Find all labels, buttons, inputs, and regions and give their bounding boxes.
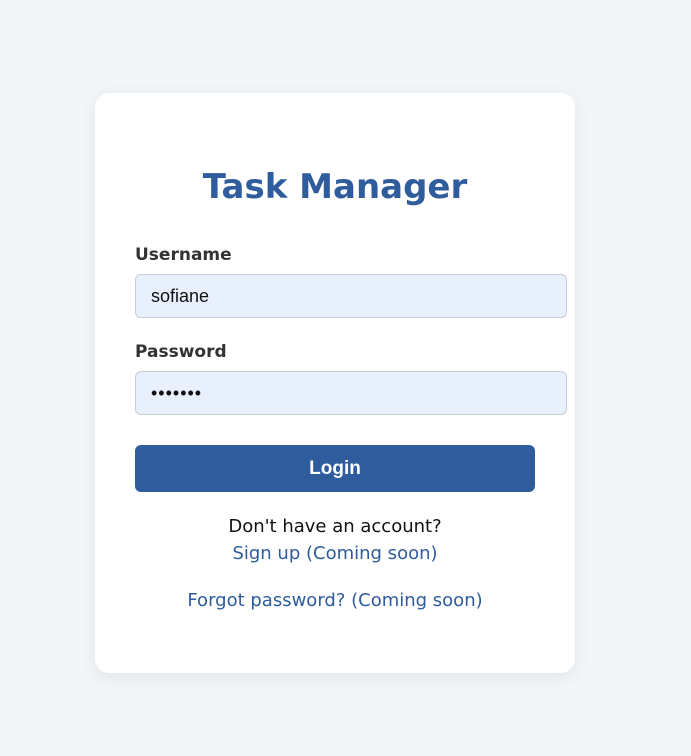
- password-label: Password: [135, 342, 227, 362]
- signup-link[interactable]: Sign up (Coming soon): [95, 543, 575, 564]
- password-input[interactable]: •••••••: [135, 371, 567, 415]
- signup-prompt: Don't have an account?: [228, 516, 442, 537]
- page-title: Task Manager: [202, 167, 468, 207]
- username-label: Username: [135, 245, 232, 265]
- forgot-password-link[interactable]: Forgot password? (Coming soon): [95, 590, 575, 611]
- login-button[interactable]: Login: [135, 445, 535, 492]
- login-card: Task Manager Username sofiane Password •…: [95, 93, 575, 673]
- username-input[interactable]: sofiane: [135, 274, 567, 318]
